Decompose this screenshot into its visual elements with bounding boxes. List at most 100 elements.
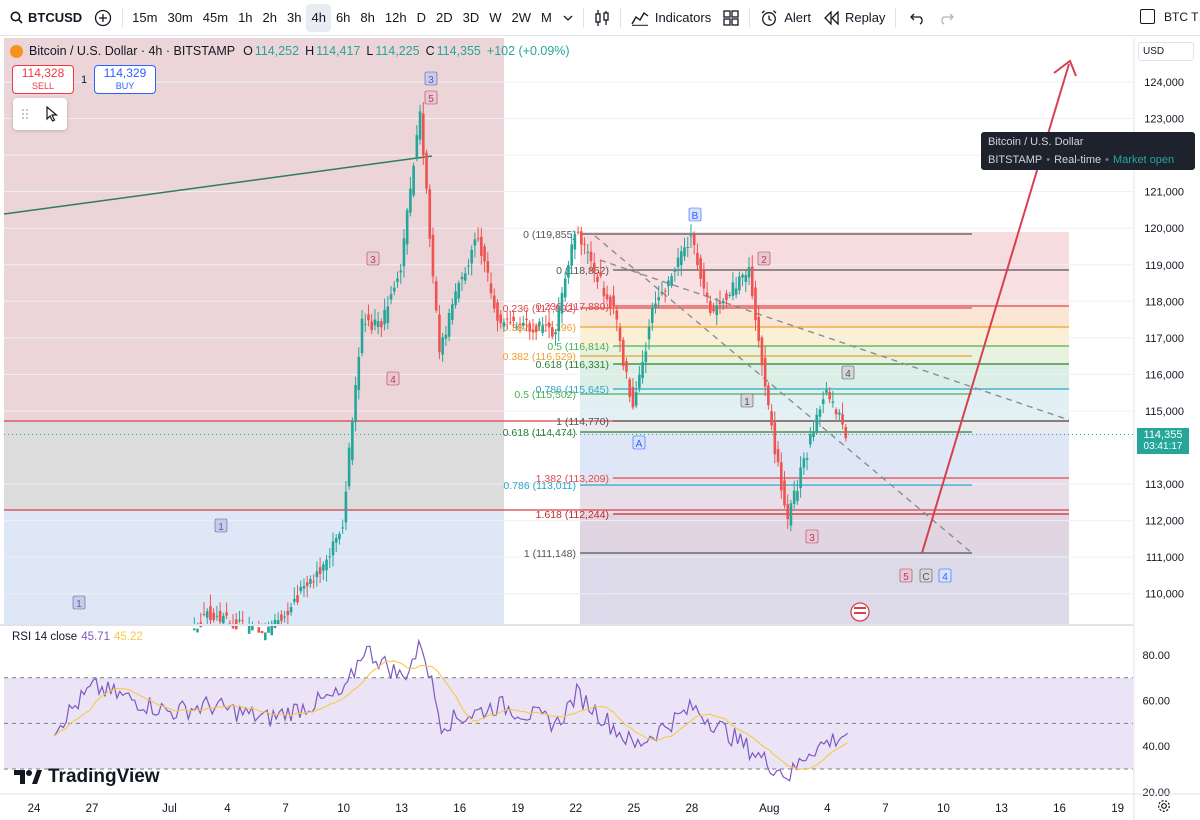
fib-band	[580, 346, 1069, 364]
candle-body	[699, 258, 702, 279]
interval-m[interactable]: M	[536, 4, 557, 32]
legend-title: Bitcoin / U.S. Dollar · 4h · BITSTAMP	[29, 44, 236, 58]
rsi-axis-label: 80.00	[1142, 650, 1170, 662]
layouts-button[interactable]	[717, 4, 745, 32]
settings-button[interactable]	[1157, 799, 1171, 818]
candle-body	[702, 270, 706, 289]
candle-body	[744, 275, 748, 283]
interval-1h[interactable]: 1h	[233, 4, 257, 32]
candle-body	[412, 165, 415, 196]
candle-body	[776, 449, 780, 463]
interval-12h[interactable]: 12h	[380, 4, 412, 32]
sell-button[interactable]: 114,328 SELL	[12, 65, 74, 94]
candle-body	[747, 267, 751, 278]
candle-body	[380, 321, 383, 328]
interval-45m[interactable]: 45m	[198, 4, 233, 32]
candle-body	[512, 316, 515, 322]
candle-body	[218, 610, 222, 622]
wave-label: 3	[809, 533, 815, 544]
checkbox[interactable]	[1140, 9, 1155, 24]
buy-button[interactable]: 114,329 BUY	[94, 65, 156, 94]
order-quantity[interactable]: 1	[74, 74, 94, 86]
candle-body	[376, 321, 380, 327]
rsi-value: 45.71	[81, 631, 110, 643]
candle-body	[670, 276, 673, 286]
candle-body	[821, 399, 825, 405]
candle-body	[525, 318, 528, 321]
drag-handle-icon[interactable]	[21, 107, 29, 121]
candle-body	[812, 431, 815, 437]
interval-15m[interactable]: 15m	[127, 4, 162, 32]
candle-body	[538, 321, 541, 327]
currency-selector[interactable]: USD	[1138, 42, 1194, 61]
candle-body	[299, 586, 303, 592]
interval-30m[interactable]: 30m	[162, 4, 197, 32]
interval-w[interactable]: W	[484, 4, 506, 32]
candle-body	[667, 280, 670, 287]
interval-6h[interactable]: 6h	[331, 4, 355, 32]
candle-body	[447, 312, 451, 337]
candle-body	[289, 607, 293, 613]
interval-2h[interactable]: 2h	[258, 4, 282, 32]
candle-body	[205, 611, 209, 618]
candle-body	[834, 409, 838, 415]
candle-body	[489, 283, 493, 294]
candle-body	[347, 447, 351, 487]
price-axis-label: 117,000	[1145, 333, 1184, 345]
candle-body	[451, 304, 454, 321]
fib-band	[580, 270, 1069, 306]
candle-body	[663, 290, 667, 292]
candle-body	[202, 614, 206, 616]
chart-type-button[interactable]	[588, 4, 616, 32]
interval-2w[interactable]: 2W	[507, 4, 537, 32]
candle-body	[586, 251, 590, 253]
undo-button[interactable]	[904, 4, 932, 32]
candle-body	[392, 287, 396, 292]
alert-button[interactable]: Alert	[754, 4, 817, 32]
tradingview-logo-icon	[14, 770, 42, 784]
time-axis-label: 28	[686, 803, 699, 815]
wave-label: 4	[845, 369, 851, 380]
compare-symbol-toggle[interactable]: BTC T	[1140, 9, 1198, 24]
toolbar-divider	[895, 7, 897, 28]
floating-drawing-toolbar	[13, 98, 67, 130]
tradingview-logo[interactable]: TradingView	[14, 766, 160, 788]
candle-body	[715, 305, 719, 316]
compare-symbol-button[interactable]	[88, 4, 118, 32]
redo-button[interactable]	[932, 4, 960, 32]
candle-body	[334, 538, 338, 543]
candle-body	[825, 389, 828, 393]
search-icon	[10, 11, 23, 24]
candle-body	[770, 411, 773, 426]
candle-body	[467, 265, 470, 267]
replay-button[interactable]: Replay	[817, 4, 891, 32]
candle-body	[634, 392, 638, 406]
interval-dropdown-button[interactable]	[557, 4, 579, 32]
indicators-button[interactable]: Indicators	[625, 4, 717, 32]
interval-4h[interactable]: 4h	[306, 3, 331, 32]
price-axis-label: 111,000	[1146, 552, 1184, 564]
price-axis-label: 121,000	[1144, 187, 1184, 199]
candle-body	[718, 301, 722, 304]
candle-body	[605, 294, 609, 300]
candle-body	[315, 571, 319, 578]
candle-body	[612, 295, 615, 306]
candle-body	[654, 303, 657, 308]
replay-label: Replay	[844, 10, 886, 25]
cursor-arrow-icon[interactable]	[45, 106, 59, 122]
legend-close-value: 114,355	[436, 44, 481, 58]
interval-3h[interactable]: 3h	[282, 4, 306, 32]
trade-panel: 114,328 SELL 1 114,329 BUY	[12, 65, 156, 94]
candle-body	[557, 307, 561, 332]
symbol-search-button[interactable]: BTCUSD	[0, 4, 88, 32]
candle-body	[750, 266, 754, 297]
interval-2d[interactable]: 2D	[431, 4, 458, 32]
indicators-label: Indicators	[654, 10, 712, 25]
candle-body	[415, 135, 419, 160]
interval-3d[interactable]: 3D	[458, 4, 485, 32]
fib-band	[580, 433, 1069, 478]
candle-body	[370, 321, 373, 331]
interval-d[interactable]: D	[412, 4, 431, 32]
interval-8h[interactable]: 8h	[355, 4, 379, 32]
current-price-badge: 114,355 03:41:17	[1137, 428, 1189, 454]
